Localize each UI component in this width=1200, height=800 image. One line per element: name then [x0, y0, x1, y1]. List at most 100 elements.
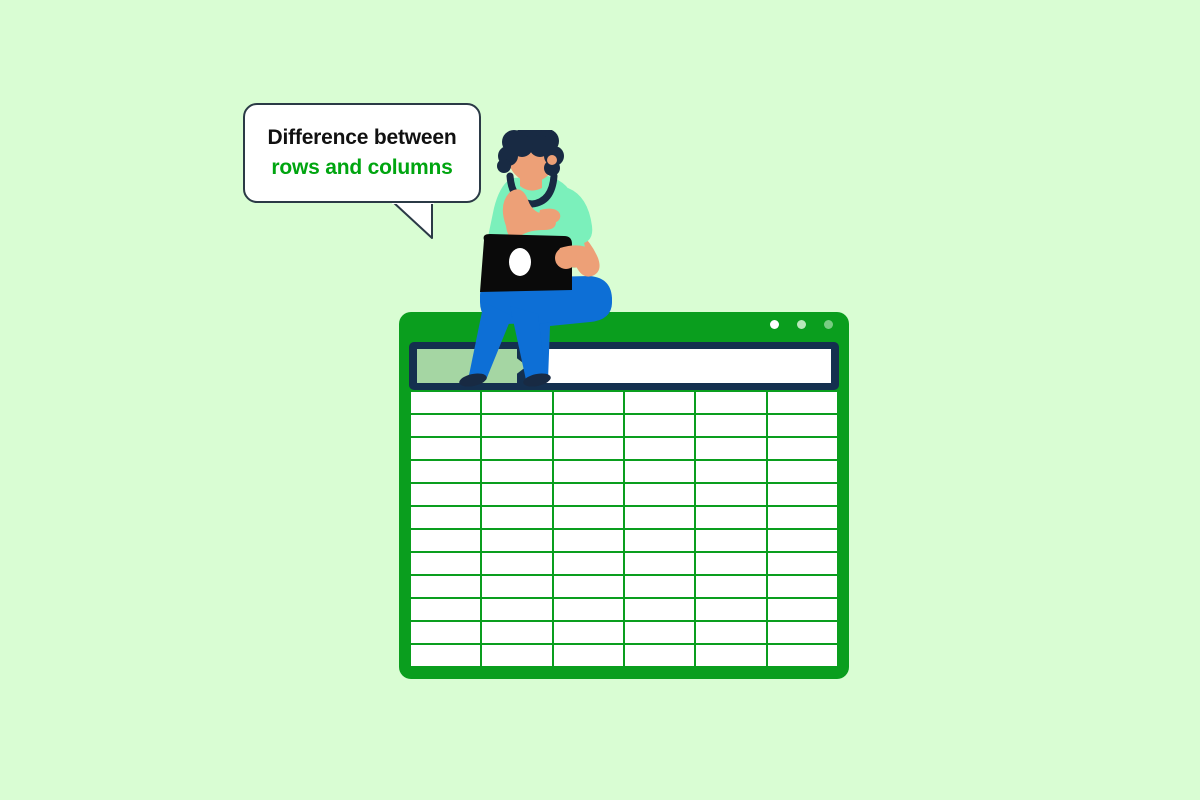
grid-cell[interactable]	[411, 438, 481, 459]
speech-bubble-tail	[392, 201, 434, 239]
grid-cell[interactable]	[411, 645, 481, 666]
table-row	[411, 599, 837, 620]
grid-cell[interactable]	[411, 484, 481, 505]
grid-cell[interactable]	[482, 553, 552, 574]
grid-cell[interactable]	[553, 438, 623, 459]
grid-cell[interactable]	[696, 392, 766, 413]
grid-cell[interactable]	[482, 576, 552, 597]
grid-cell[interactable]	[696, 599, 766, 620]
table-row	[411, 645, 837, 666]
leg-front	[468, 302, 512, 380]
grid-cell[interactable]	[696, 415, 766, 436]
grid-cell[interactable]	[624, 599, 695, 620]
window-controls	[770, 320, 833, 329]
grid-cell[interactable]	[624, 622, 695, 643]
grid-cell[interactable]	[553, 622, 623, 643]
grid-cell[interactable]	[553, 507, 623, 528]
grid-cell[interactable]	[411, 530, 481, 551]
grid-cell[interactable]	[624, 507, 695, 528]
grid-cell[interactable]	[624, 530, 695, 551]
table-row	[411, 507, 837, 528]
illustration-canvas: Difference between rows and columns	[0, 0, 1200, 800]
grid-cell[interactable]	[553, 645, 623, 666]
grid-cell[interactable]	[696, 622, 766, 643]
sheet-table	[409, 390, 839, 668]
table-row	[411, 484, 837, 505]
speech-bubble-line-1: Difference between	[267, 126, 457, 150]
grid-cell[interactable]	[482, 622, 552, 643]
spreadsheet-grid	[409, 390, 839, 668]
grid-cell[interactable]	[767, 484, 837, 505]
grid-cell[interactable]	[767, 553, 837, 574]
window-dot-close-icon[interactable]	[770, 320, 779, 329]
grid-cell[interactable]	[767, 392, 837, 413]
grid-cell[interactable]	[696, 645, 766, 666]
grid-cell[interactable]	[411, 415, 481, 436]
grid-cell[interactable]	[482, 461, 552, 482]
grid-cell[interactable]	[411, 622, 481, 643]
grid-cell[interactable]	[767, 507, 837, 528]
grid-cell[interactable]	[767, 438, 837, 459]
grid-cell[interactable]	[767, 415, 837, 436]
grid-cell[interactable]	[624, 553, 695, 574]
speech-bubble-line-2: rows and columns	[271, 155, 453, 179]
grid-cell[interactable]	[624, 392, 695, 413]
speech-bubble: Difference between rows and columns	[243, 103, 481, 203]
window-dot-minimize-icon[interactable]	[797, 320, 806, 329]
grid-cell[interactable]	[553, 461, 623, 482]
grid-cell[interactable]	[411, 461, 481, 482]
grid-cell[interactable]	[553, 599, 623, 620]
grid-cell[interactable]	[411, 553, 481, 574]
window-dot-maximize-icon[interactable]	[824, 320, 833, 329]
grid-cell[interactable]	[696, 461, 766, 482]
grid-cell[interactable]	[624, 645, 695, 666]
hand-on-laptop	[555, 247, 577, 269]
ear	[547, 155, 557, 165]
grid-cell[interactable]	[624, 576, 695, 597]
grid-cell[interactable]	[553, 484, 623, 505]
grid-cell[interactable]	[411, 576, 481, 597]
grid-cell[interactable]	[624, 415, 695, 436]
grid-cell[interactable]	[482, 438, 552, 459]
grid-cell[interactable]	[624, 438, 695, 459]
grid-cell[interactable]	[553, 530, 623, 551]
hand-chin	[538, 208, 561, 224]
laptop-logo	[509, 248, 531, 276]
grid-cell[interactable]	[767, 576, 837, 597]
grid-cell[interactable]	[482, 415, 552, 436]
grid-cell[interactable]	[411, 392, 481, 413]
grid-cell[interactable]	[624, 484, 695, 505]
table-row	[411, 392, 837, 413]
table-row	[411, 438, 837, 459]
table-row	[411, 530, 837, 551]
grid-cell[interactable]	[482, 507, 552, 528]
grid-cell[interactable]	[767, 599, 837, 620]
grid-cell[interactable]	[482, 392, 552, 413]
grid-cell[interactable]	[767, 530, 837, 551]
table-row	[411, 576, 837, 597]
grid-cell[interactable]	[553, 553, 623, 574]
grid-cell[interactable]	[411, 507, 481, 528]
grid-cell[interactable]	[767, 645, 837, 666]
grid-cell[interactable]	[553, 576, 623, 597]
sheet-body	[411, 392, 837, 666]
grid-cell[interactable]	[696, 507, 766, 528]
grid-cell[interactable]	[767, 461, 837, 482]
grid-cell[interactable]	[696, 553, 766, 574]
grid-cell[interactable]	[696, 438, 766, 459]
grid-cell[interactable]	[482, 645, 552, 666]
table-row	[411, 553, 837, 574]
table-row	[411, 461, 837, 482]
grid-cell[interactable]	[482, 484, 552, 505]
grid-cell[interactable]	[553, 415, 623, 436]
grid-cell[interactable]	[767, 622, 837, 643]
grid-cell[interactable]	[482, 530, 552, 551]
grid-cell[interactable]	[482, 599, 552, 620]
grid-cell[interactable]	[696, 576, 766, 597]
table-row	[411, 622, 837, 643]
grid-cell[interactable]	[696, 530, 766, 551]
grid-cell[interactable]	[624, 461, 695, 482]
grid-cell[interactable]	[696, 484, 766, 505]
grid-cell[interactable]	[411, 599, 481, 620]
grid-cell[interactable]	[553, 392, 623, 413]
